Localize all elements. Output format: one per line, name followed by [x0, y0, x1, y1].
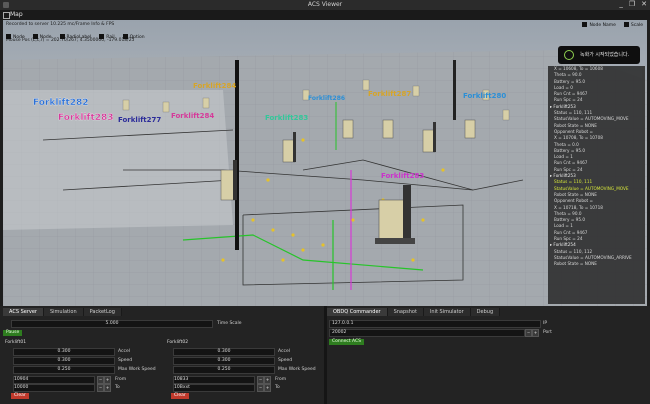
maximize-button[interactable]: ❐	[629, 0, 635, 8]
connect-acs-button[interactable]: Connect ACS	[329, 339, 365, 345]
to-increment[interactable]: +	[104, 384, 111, 392]
from-decrement[interactable]: −	[97, 376, 104, 384]
check-option[interactable]: Option	[122, 34, 145, 40]
check-node-name[interactable]: Node Name	[582, 22, 616, 28]
to-decrement[interactable]: −	[97, 384, 104, 392]
from-input[interactable]: 10833	[173, 376, 255, 384]
forklift-label: Forklift284	[193, 82, 236, 90]
scene-info-line: Recorded to server 10.225 mc/Frame Info …	[6, 22, 115, 27]
robot-group-header[interactable]: Forklift01	[5, 340, 26, 345]
port-decrement[interactable]: −	[525, 329, 532, 337]
from-label: From	[115, 377, 127, 382]
forklift-label: Forklift284	[171, 112, 214, 120]
map-panel-header: Map	[0, 10, 650, 20]
close-button[interactable]: ✕	[641, 0, 647, 8]
forklift-label: Forklift283	[381, 172, 424, 180]
tab-simulation[interactable]: Simulation	[43, 308, 84, 316]
recording-notification: 녹화가 시작되었습니다.	[558, 46, 640, 64]
speed-input[interactable]: 0.300	[13, 357, 115, 365]
pause-button[interactable]: Pause	[3, 330, 23, 336]
port-label: Port	[543, 330, 552, 335]
forklift-label: Forklift286	[308, 95, 345, 102]
window-title: ACS Viewer	[307, 1, 343, 8]
port-increment[interactable]: +	[532, 329, 539, 337]
ip-input[interactable]: 127.0.0.1	[329, 320, 541, 328]
tab-debug[interactable]: Debug	[470, 308, 501, 316]
to-increment[interactable]: +	[264, 384, 271, 392]
map-panel-label: Map	[10, 11, 23, 18]
to-label: To	[115, 385, 120, 390]
right-control-pane: OBDQ Commander Snapshot Init Simulator D…	[327, 306, 647, 392]
speed-input[interactable]: 0.300	[173, 357, 275, 365]
from-input[interactable]: 10904	[13, 376, 95, 384]
accel-label: Accel	[118, 349, 130, 354]
check-rail[interactable]: Rail	[99, 34, 115, 40]
translucent-wall	[3, 90, 233, 230]
ip-label: IP	[543, 321, 548, 326]
forklift-label: Forklift280	[463, 92, 506, 100]
status-row: Robot State = NONE	[554, 261, 597, 267]
accel-input[interactable]: 0.300	[173, 348, 275, 356]
accel-label: Accel	[278, 349, 290, 354]
max-work-speed-input[interactable]: 0.250	[173, 366, 275, 374]
from-decrement[interactable]: −	[257, 376, 264, 384]
map-panel-icon	[3, 12, 10, 19]
forklift-label: Forklift287	[368, 90, 411, 98]
max-work-speed-input[interactable]: 0.250	[13, 366, 115, 374]
accel-input[interactable]: 0.300	[13, 348, 115, 356]
tab-obdq-commander[interactable]: OBDQ Commander	[327, 308, 388, 316]
check-node[interactable]: Node	[6, 34, 25, 40]
to-decrement[interactable]: −	[257, 384, 264, 392]
pillar	[453, 60, 456, 120]
robot-group-header[interactable]: Forklift02	[167, 340, 188, 345]
speed-label: Speed	[278, 358, 293, 363]
check-scale[interactable]: Scale	[623, 22, 643, 28]
forklift-label: Forklift282	[33, 98, 89, 108]
port-input[interactable]: 20002	[329, 329, 525, 337]
forklift-label: Forklift283	[58, 113, 114, 123]
from-increment[interactable]: +	[264, 376, 271, 384]
check-radiolabel[interactable]: RadioLabel	[59, 34, 91, 40]
time-scale-input[interactable]: 5.000	[11, 320, 213, 328]
tab-packetlog[interactable]: PacketLog	[83, 308, 122, 316]
max-work-speed-label: Max Work Speed	[278, 367, 316, 372]
to-label: To	[275, 385, 280, 390]
clear-button[interactable]: Clear	[11, 393, 29, 399]
to-input[interactable]: 10Bxxt	[173, 384, 255, 392]
robot-status-panel[interactable]: X = 10608, To = 10608 Theta = 90.0 Battery…	[548, 66, 645, 304]
notification-text: 녹화가 시작되었습니다.	[580, 52, 630, 58]
to-input[interactable]: 10000	[13, 384, 95, 392]
time-scale-label: Time Scale	[217, 321, 242, 326]
status-panel-scrollbar[interactable]	[642, 66, 645, 304]
tab-acs-server[interactable]: ACS Server	[3, 308, 44, 316]
left-control-pane: ACS Server Simulation PacketLog 5.000 Ti…	[3, 306, 324, 399]
from-increment[interactable]: +	[104, 376, 111, 384]
tab-init-simulator[interactable]: Init Simulator	[423, 308, 471, 316]
tab-snapshot[interactable]: Snapshot	[387, 308, 424, 316]
max-work-speed-label: Max Work Speed	[118, 367, 156, 372]
scene-info: Recorded to server 10.225 mc/Frame Info …	[6, 22, 134, 43]
clear-button[interactable]: Clear	[171, 393, 189, 399]
forklift-label: Forklift277	[118, 116, 161, 124]
minimize-button[interactable]: _	[619, 0, 623, 8]
from-label: From	[275, 377, 287, 382]
check-node-2[interactable]: Node	[32, 34, 52, 40]
forklift-label: Forklift283	[265, 114, 308, 122]
speed-label: Speed	[118, 358, 133, 363]
record-icon	[564, 50, 574, 60]
window-titlebar: ACS Viewer _ ❐ ✕	[0, 0, 650, 10]
